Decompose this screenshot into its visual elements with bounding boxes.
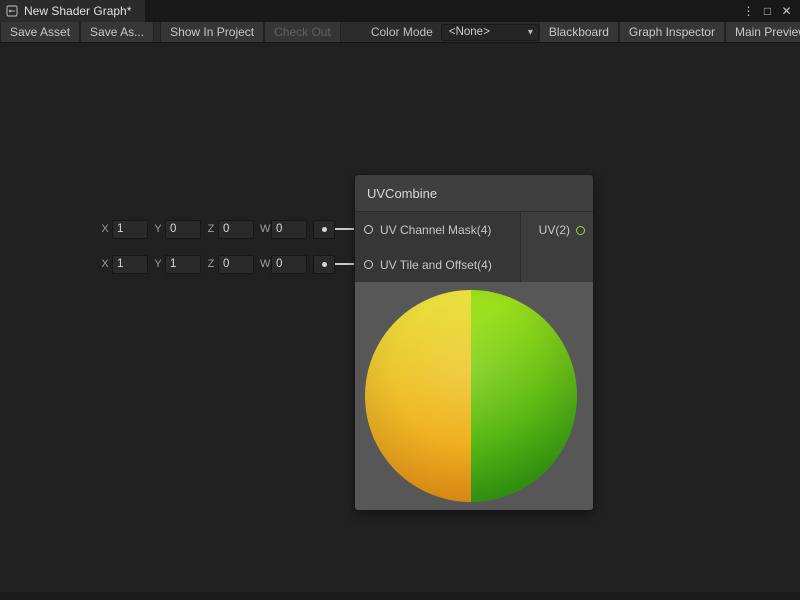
uvcombine-node[interactable]: UVCombine UV Channel Mask(4) UV Tile and… — [355, 175, 593, 510]
port-label: UV Channel Mask(4) — [380, 223, 491, 237]
vector-field-label: Y — [154, 223, 162, 235]
vector-field-label: Z — [207, 258, 215, 270]
color-mode-label: Color Mode — [341, 25, 441, 39]
vector-field-label: Y — [154, 258, 162, 270]
graph-inspector-button[interactable]: Graph Inspector — [619, 22, 725, 42]
menu-icon[interactable]: ⋮ — [740, 4, 757, 18]
vector-field-label: X — [101, 258, 109, 270]
vector-field-input[interactable]: 0 — [218, 220, 254, 239]
toolbar: Save Asset Save As... Show In Project Ch… — [0, 22, 800, 43]
save-asset-button[interactable]: Save Asset — [0, 22, 80, 42]
output-port-uv[interactable]: UV(2) — [520, 212, 593, 282]
vector-field-input[interactable]: 1 — [165, 255, 201, 274]
window-tab[interactable]: New Shader Graph* — [0, 0, 145, 22]
window-controls: ⋮ □ ✕ — [740, 0, 800, 22]
vector-field-label: Z — [207, 223, 215, 235]
show-in-project-button[interactable]: Show In Project — [160, 22, 264, 42]
save-as-button[interactable]: Save As... — [80, 22, 154, 42]
vector-field-x: X 1 — [101, 255, 148, 274]
node-header[interactable]: UVCombine — [355, 175, 593, 212]
input-port-uv-channel-mask[interactable]: UV Channel Mask(4) — [355, 212, 520, 247]
blackboard-button[interactable]: Blackboard — [539, 22, 619, 42]
sphere-shading — [365, 290, 577, 502]
vector-field-input[interactable]: 0 — [271, 220, 307, 239]
main-preview-button[interactable]: Main Preview — [725, 22, 800, 42]
port-label: UV(2) — [539, 223, 570, 237]
preview-sphere — [365, 290, 577, 502]
output-port-circle[interactable] — [576, 226, 585, 235]
port-connector-dot — [322, 262, 327, 267]
close-icon[interactable]: ✕ — [778, 4, 795, 18]
color-mode-value: <None> — [449, 26, 490, 38]
graph-canvas[interactable]: X 1 Y 0 Z 0 W 0 X 1 Y 1 Z 0 — [0, 43, 800, 592]
vector-field-label: W — [260, 223, 268, 235]
shader-graph-icon — [6, 5, 18, 17]
vector-field-input[interactable]: 0 — [271, 255, 307, 274]
vector-field-z: Z 0 — [207, 255, 254, 274]
input-port-circle[interactable] — [364, 260, 373, 269]
port-label: UV Tile and Offset(4) — [380, 258, 492, 272]
window-title: New Shader Graph* — [24, 4, 131, 18]
vector-field-y: Y 0 — [154, 220, 201, 239]
input-port-circle[interactable] — [364, 225, 373, 234]
node-preview — [355, 282, 593, 510]
node-inputs: UV Channel Mask(4) UV Tile and Offset(4) — [355, 212, 520, 282]
vector-port-box[interactable] — [313, 220, 335, 239]
vector-field-z: Z 0 — [207, 220, 254, 239]
vector-field-w: W 0 — [260, 220, 307, 239]
bottom-window-edge — [0, 592, 800, 600]
vector-field-y: Y 1 — [154, 255, 201, 274]
port-connector-dot — [322, 227, 327, 232]
title-bar: New Shader Graph* ⋮ □ ✕ — [0, 0, 800, 22]
vector-field-label: W — [260, 258, 268, 270]
node-ports: UV Channel Mask(4) UV Tile and Offset(4)… — [355, 212, 593, 282]
vector-field-w: W 0 — [260, 255, 307, 274]
vector-field-input[interactable]: 0 — [165, 220, 201, 239]
toolbar-right-group: Blackboard Graph Inspector Main Preview — [539, 22, 800, 42]
input-port-uv-tile-offset[interactable]: UV Tile and Offset(4) — [355, 247, 520, 282]
check-out-button: Check Out — [264, 22, 341, 42]
color-mode-dropdown[interactable]: <None> ▾ — [441, 24, 539, 41]
vector-field-input[interactable]: 0 — [218, 255, 254, 274]
node-title: UVCombine — [367, 186, 437, 201]
vector4-input-row-2: X 1 Y 1 Z 0 W 0 — [101, 254, 335, 274]
vector-port-box[interactable] — [313, 255, 335, 274]
vector-field-input[interactable]: 1 — [112, 255, 148, 274]
vector4-input-row-1: X 1 Y 0 Z 0 W 0 — [101, 219, 335, 239]
chevron-down-icon: ▾ — [528, 27, 533, 38]
maximize-icon[interactable]: □ — [759, 4, 776, 18]
vector-field-x: X 1 — [101, 220, 148, 239]
vector-field-label: X — [101, 223, 109, 235]
vector-field-input[interactable]: 1 — [112, 220, 148, 239]
